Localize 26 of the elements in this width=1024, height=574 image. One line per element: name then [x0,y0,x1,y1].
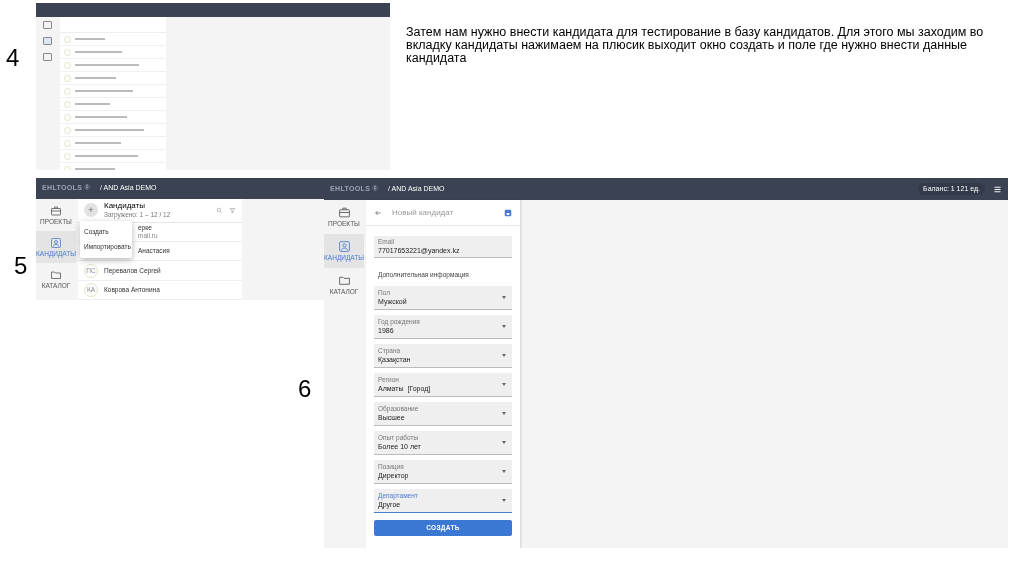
menu-icon[interactable] [993,184,1002,194]
briefcase-icon [337,206,351,220]
step-number: 4 [6,46,20,70]
search-icon[interactable] [216,206,223,214]
dropdown-caret-icon [502,411,506,415]
slide-caption: Затем нам нужно внести кандидата для тестирование в базу кандидатов. Для этого мы заходим во вкладку кандидаты нажимаем на плюсик выходит окно создать и поле где нужно внести данные кандидата [406,26,985,67]
back-arrow-icon[interactable] [374,208,382,217]
folder-icon [50,268,62,281]
person-badge-icon [337,240,351,254]
save-icon[interactable] [504,208,512,217]
dropdown-caret-icon [502,469,506,473]
step-number: 5 [14,254,28,278]
add-button[interactable]: + [84,203,98,218]
person-badge-icon [50,236,62,249]
dropdown-caret-icon [502,440,506,444]
dropdown-caret-icon [502,498,506,502]
list-title: Кандидаты [104,201,147,212]
briefcase-icon [50,204,62,217]
dropdown-caret-icon [502,382,506,386]
step-number: 6 [298,377,312,401]
dropdown-caret-icon [502,353,506,357]
form-title: Новый кандидат [392,206,455,219]
dropdown-caret-icon [502,295,506,299]
filter-icon[interactable] [229,206,236,214]
folder-icon [337,274,351,288]
dropdown-caret-icon [502,324,506,328]
